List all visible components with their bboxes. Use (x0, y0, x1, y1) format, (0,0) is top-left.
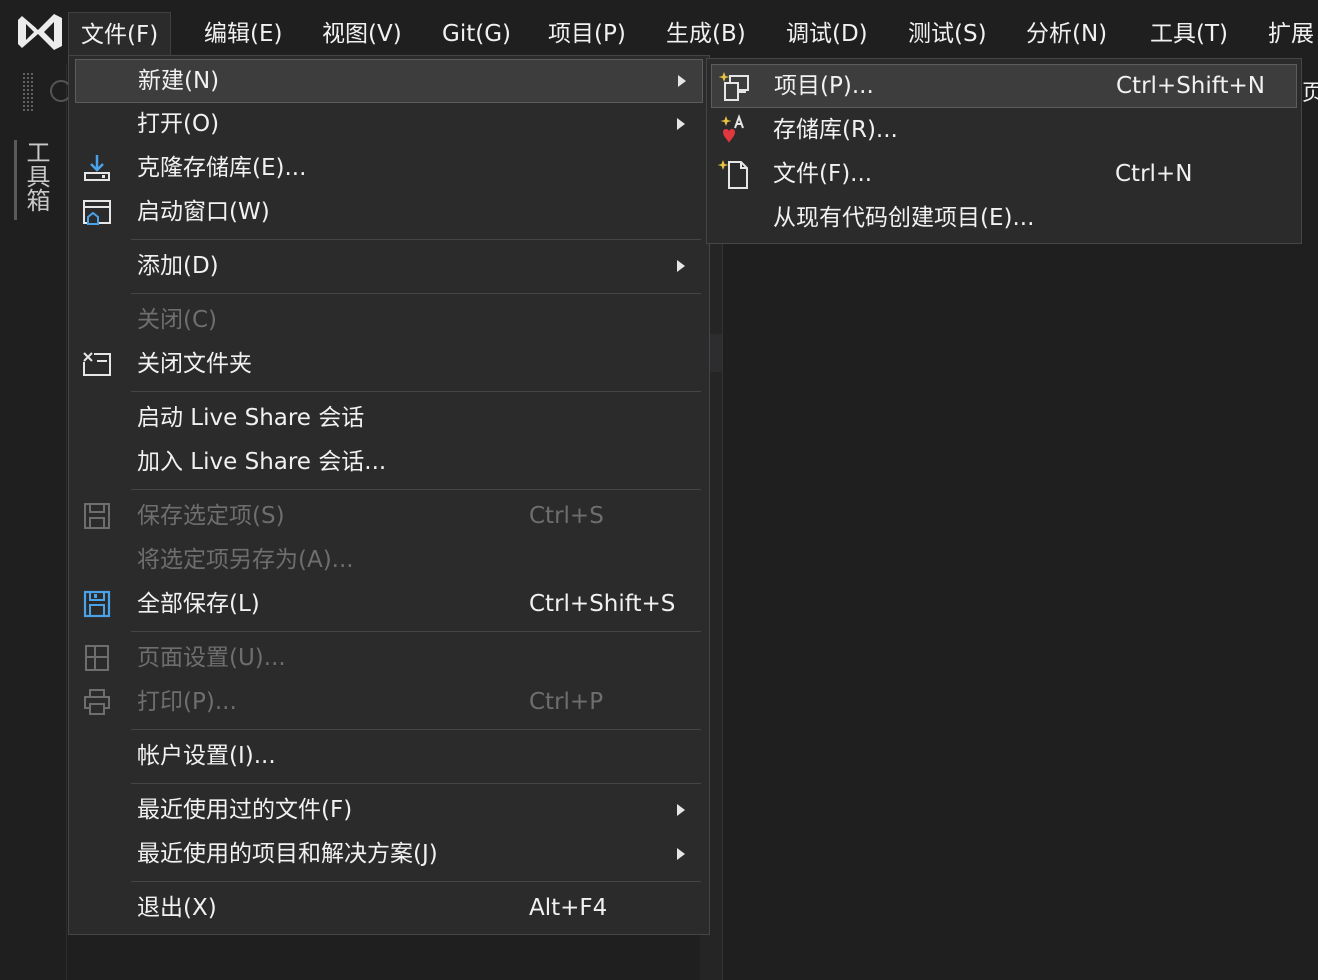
start-window-icon (81, 197, 113, 227)
save-icon (81, 501, 113, 531)
menu-separator (131, 489, 701, 490)
menu-item-label: 页面设置(U)... (137, 645, 286, 671)
menu-debug[interactable]: 调试(D) (774, 12, 880, 56)
menu-item-save-all[interactable]: 全部保存(L) Ctrl+Shift+S (69, 582, 709, 626)
menu-git[interactable]: Git(G) (430, 12, 523, 56)
menu-item-label: 帐户设置(I)... (137, 743, 276, 769)
new-submenu: 项目(P)... Ctrl+Shift+N 存储库(R)... 文件(F)...… (706, 58, 1302, 244)
menu-item-close[interactable]: 关闭(C) (69, 298, 709, 342)
clone-download-icon (81, 153, 113, 183)
menu-file[interactable]: 文件(F) (68, 12, 172, 56)
submenu-item-label: 项目(P)... (774, 73, 874, 99)
print-icon (81, 687, 113, 717)
grip-handle[interactable] (22, 72, 34, 112)
menu-item-label: 启动窗口(W) (137, 199, 270, 225)
menu-separator (131, 881, 701, 882)
page-setup-icon (81, 643, 113, 673)
menu-separator (131, 239, 701, 240)
menu-item-label: 添加(D) (137, 253, 219, 279)
menu-item-save-selected[interactable]: 保存选定项(S) Ctrl+S (69, 494, 709, 538)
menu-item-label: 打开(O) (137, 111, 220, 137)
submenu-item-new-project[interactable]: 项目(P)... Ctrl+Shift+N (711, 64, 1297, 108)
submenu-arrow-icon (677, 804, 685, 816)
menu-item-recent-projects[interactable]: 最近使用的项目和解决方案(J) (69, 832, 709, 876)
menu-item-shortcut: Alt+F4 (529, 895, 608, 921)
submenu-arrow-icon (678, 75, 686, 87)
menu-item-label: 关闭(C) (137, 307, 218, 333)
menu-extensions[interactable]: 扩展 (1256, 12, 1318, 56)
menu-tools[interactable]: 工具(T) (1138, 12, 1240, 56)
new-repository-icon (717, 114, 753, 146)
visual-studio-logo-icon[interactable] (14, 8, 70, 56)
menu-analyze[interactable]: 分析(N) (1014, 12, 1119, 56)
new-project-icon (718, 70, 754, 102)
menu-separator (131, 729, 701, 730)
menu-item-print[interactable]: 打印(P)... Ctrl+P (69, 680, 709, 724)
file-menu-dropdown: 新建(N) 打开(O) 克隆存储库(E)... 启动窗口(W) 添加(D) 关闭… (68, 55, 710, 935)
menu-item-label: 最近使用过的文件(F) (137, 797, 353, 823)
menu-item-open[interactable]: 打开(O) (69, 102, 709, 146)
submenu-item-shortcut: Ctrl+Shift+N (1116, 73, 1265, 99)
submenu-arrow-icon (677, 848, 685, 860)
menu-item-save-as[interactable]: 将选定项另存为(A)... (69, 538, 709, 582)
submenu-item-label: 文件(F)... (773, 161, 873, 187)
menu-item-label: 打印(P)... (137, 689, 237, 715)
submenu-item-from-existing-code[interactable]: 从现有代码创建项目(E)... (707, 196, 1301, 240)
menu-item-recent-files[interactable]: 最近使用过的文件(F) (69, 788, 709, 832)
menu-item-label: 克隆存储库(E)... (137, 155, 307, 181)
menu-item-label: 启动 Live Share 会话 (137, 405, 365, 431)
close-folder-icon (81, 349, 113, 379)
submenu-item-label: 存储库(R)... (773, 117, 898, 143)
menu-separator (131, 293, 701, 294)
menu-item-shortcut: Ctrl+S (529, 503, 604, 529)
menu-item-label: 全部保存(L) (137, 591, 260, 617)
submenu-item-shortcut: Ctrl+N (1115, 161, 1193, 187)
menu-separator (131, 631, 701, 632)
menu-item-shortcut: Ctrl+P (529, 689, 604, 715)
menu-item-clone-repository[interactable]: 克隆存储库(E)... (69, 146, 709, 190)
menu-item-page-setup[interactable]: 页面设置(U)... (69, 636, 709, 680)
menu-project[interactable]: 项目(P) (536, 12, 638, 56)
menu-item-label: 最近使用的项目和解决方案(J) (137, 841, 438, 867)
menu-item-exit[interactable]: 退出(X) Alt+F4 (69, 886, 709, 930)
menu-build[interactable]: 生成(B) (654, 12, 758, 56)
menu-item-label: 关闭文件夹 (137, 351, 252, 377)
menu-item-start-window[interactable]: 启动窗口(W) (69, 190, 709, 234)
submenu-item-label: 从现有代码创建项目(E)... (773, 205, 1035, 231)
menu-item-account-settings[interactable]: 帐户设置(I)... (69, 734, 709, 778)
save-all-icon (81, 589, 113, 619)
menu-test[interactable]: 测试(S) (896, 12, 999, 56)
menu-item-shortcut: Ctrl+Shift+S (529, 591, 676, 617)
submenu-arrow-icon (677, 260, 685, 272)
menu-item-label: 新建(N) (138, 68, 220, 94)
menu-view[interactable]: 视图(V) (310, 12, 414, 56)
menu-item-label: 退出(X) (137, 895, 217, 921)
menu-item-new[interactable]: 新建(N) (75, 59, 703, 103)
menu-separator (131, 783, 701, 784)
submenu-arrow-icon (677, 118, 685, 130)
menu-item-label: 保存选定项(S) (137, 503, 285, 529)
menu-edit[interactable]: 编辑(E) (192, 12, 294, 56)
menu-item-join-live-share[interactable]: 加入 Live Share 会话... (69, 440, 709, 484)
menu-item-close-folder[interactable]: 关闭文件夹 (69, 342, 709, 386)
menu-item-add[interactable]: 添加(D) (69, 244, 709, 288)
menu-item-label: 加入 Live Share 会话... (137, 449, 387, 475)
menu-item-label: 将选定项另存为(A)... (137, 547, 354, 573)
submenu-item-new-file[interactable]: 文件(F)... Ctrl+N (707, 152, 1301, 196)
new-file-icon (717, 158, 753, 190)
menu-item-start-live-share[interactable]: 启动 Live Share 会话 (69, 396, 709, 440)
toolbox-tab[interactable]: 工具箱 (14, 140, 54, 220)
edge-clipped-text: 页 (1302, 81, 1318, 106)
menu-separator (131, 391, 701, 392)
submenu-item-new-repository[interactable]: 存储库(R)... (707, 108, 1301, 152)
